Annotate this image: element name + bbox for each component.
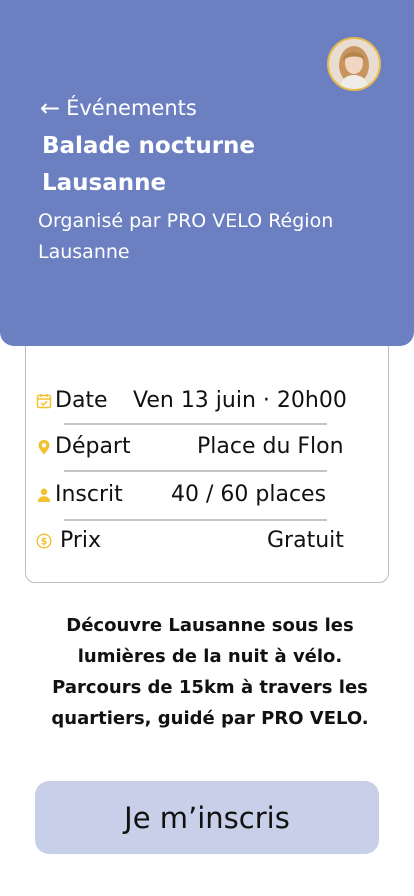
location-pin-icon [38, 440, 50, 455]
divider [64, 423, 327, 425]
detail-label-date: Date [55, 388, 108, 413]
event-description: Découvre Lausanne sous les lumières de l… [51, 615, 369, 729]
detail-row-departure: Départ Place du Flon [26, 432, 388, 462]
register-button[interactable]: Je m’inscris [35, 781, 379, 854]
detail-label-registered: Inscrit [55, 482, 123, 507]
divider [64, 470, 327, 472]
svg-text:$: $ [41, 537, 48, 548]
calendar-icon [36, 394, 52, 409]
dollar-coin-icon: $ [36, 533, 52, 549]
back-link[interactable]: ← Événements [40, 96, 197, 120]
avatar[interactable] [327, 37, 381, 91]
detail-value-registered: 40 / 60 places [171, 482, 327, 507]
person-icon [37, 488, 51, 502]
event-organizer: Organisé par PRO VELO Région Lausanne [38, 210, 334, 263]
event-details-card: Date Ven 13 juin · 20h00 Départ Place du… [25, 320, 389, 583]
detail-value-date: Ven 13 juin · 20h00 [133, 388, 347, 413]
detail-label-departure: Départ [55, 434, 131, 459]
detail-row-registered: Inscrit 40 / 60 places [26, 480, 388, 510]
detail-label-price: Prix [60, 528, 102, 553]
profile-photo-icon [329, 39, 379, 89]
back-arrow-icon: ← [40, 94, 61, 122]
divider [64, 519, 327, 521]
event-header: ← Événements Balade nocturne Lausanne Or… [0, 0, 414, 346]
detail-value-price: Gratuit [267, 528, 344, 553]
back-link-label: Événements [66, 96, 197, 120]
detail-row-price: $ Prix Gratuit [26, 526, 388, 556]
event-title: Balade nocturne Lausanne [42, 133, 256, 196]
detail-row-date: Date Ven 13 juin · 20h00 [26, 386, 388, 416]
detail-value-departure: Place du Flon [197, 434, 344, 459]
